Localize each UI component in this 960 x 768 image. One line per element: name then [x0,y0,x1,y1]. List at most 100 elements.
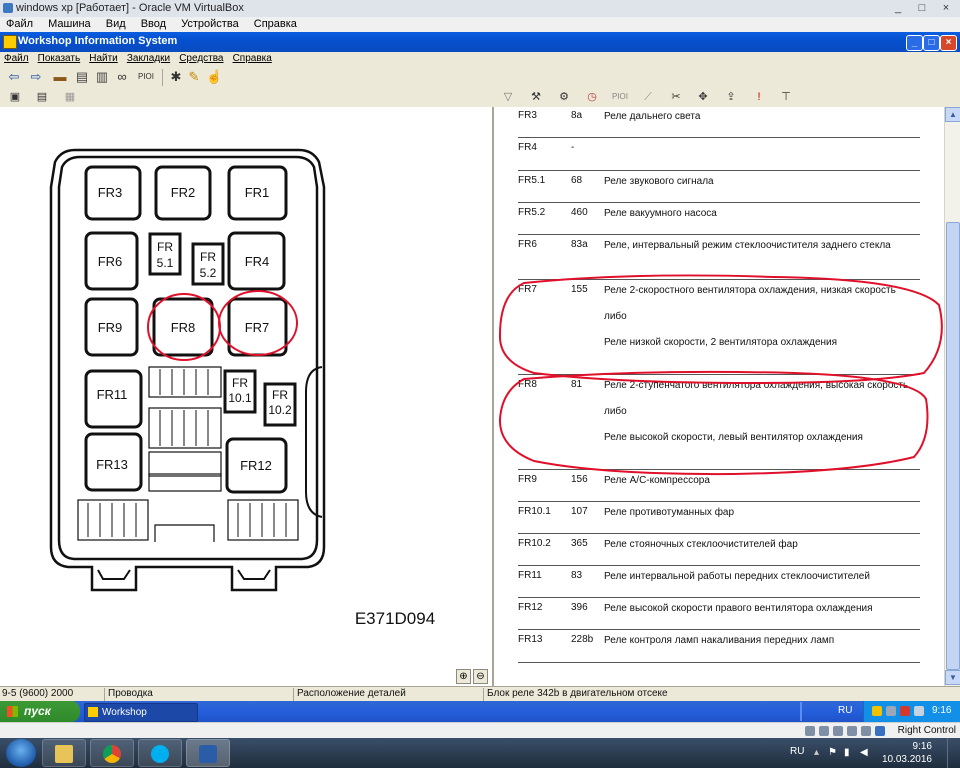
start-button[interactable]: пуск [0,701,80,722]
pioi-button[interactable]: PIOI [136,69,156,85]
relay-number: 365 [571,538,588,549]
vbox-menu-input[interactable]: Ввод [141,17,166,32]
mouse-capture-icon[interactable] [875,726,885,736]
show-desktop-button[interactable] [947,738,960,768]
vbox-menu-help[interactable]: Справка [254,17,297,32]
display-icon[interactable] [861,726,871,736]
shield-icon[interactable] [872,706,882,716]
relay-description-line: Реле высокой скорости правого вентилятор… [604,603,873,614]
fr8-label: FR8 [171,320,196,335]
pointer-icon[interactable]: ☝ [206,69,222,85]
table-row: FR11 83 Реле интервальной работы передних … [518,566,920,598]
xp-system-tray: 9:16 [863,701,960,722]
scroll-up-icon[interactable]: ▲ [945,107,960,122]
test-icon[interactable]: ⊤ [778,89,794,105]
volume-icon[interactable]: ◀ [860,747,868,758]
vertical-scrollbar[interactable]: ▲ ▼ [944,107,960,686]
security-alert-icon[interactable] [900,706,910,716]
relay-description: Реле контроля ламп накаливания передних … [604,634,914,647]
relay-description: Реле интервальной работы передних стекло… [604,570,914,583]
minimize-button[interactable]: _ [888,1,908,15]
close-button[interactable]: × [936,1,956,15]
relay-description: Реле дальнего света [604,110,914,123]
chrome-taskbar-button[interactable] [90,739,134,767]
usb-icon[interactable] [833,726,843,736]
volume-icon[interactable] [914,706,924,716]
table-row: FR10.1 107 Реле противотуманных фар [518,502,920,534]
skype-taskbar-button[interactable] [138,739,182,767]
app-minimize-button[interactable]: _ [906,35,923,51]
relay-description-line: Реле высокой скорости, левый вентилятор … [604,432,863,443]
binoculars-icon[interactable]: ∞ [114,69,130,85]
export-icon[interactable]: ⇪ [723,89,739,105]
image-icon[interactable]: ▦ [62,89,78,105]
tools-icon[interactable]: ✂ [668,89,684,105]
connector-icon[interactable]: ▽ [500,89,516,105]
cd-icon[interactable] [819,726,829,736]
relay-description: Реле 2-ступенчатого вентилятора охлажден… [604,379,914,444]
relay-description-line: Реле A/C-компрессора [604,475,710,486]
fr4-label: FR4 [245,254,270,269]
win7-system-tray: RU ▴ ⚑ ▮ ◀ 9:16 10.03.2016 [790,738,960,768]
menu-help[interactable]: Справка [233,52,272,66]
app-maximize-button[interactable]: □ [923,35,940,51]
clock-icon[interactable]: ◷ [584,89,600,105]
print-icon[interactable]: ▤ [74,69,90,85]
table-row: FR12 396 Реле высокой скорости правого вен… [518,598,920,630]
tray-expand-icon[interactable]: ▴ [814,747,819,758]
bookmark-icon[interactable]: ✱ [168,69,184,85]
menu-file[interactable]: Файл [4,52,29,66]
virtualbox-taskbar-button[interactable] [186,739,230,767]
virtualbox-icon [3,3,13,13]
relay-code: FR6 [518,239,537,250]
vbox-menu-file[interactable]: Файл [6,17,33,32]
relay-description-line: Реле, интервальный режим стеклоочистител… [604,240,891,251]
host-key-label: Right Control [897,725,956,736]
explorer-taskbar-button[interactable] [42,739,86,767]
relay-description: Реле высокой скорости правого вентилятор… [604,602,914,615]
back-arrow-icon[interactable]: ⇦ [6,69,22,85]
move-icon[interactable]: ✥ [695,89,711,105]
probe-icon[interactable]: ⟋ [640,89,656,105]
relay-description-line: либо [604,406,627,417]
windows-orb-icon[interactable] [6,739,36,767]
vbox-menu-view[interactable]: Вид [106,17,126,32]
app-close-button[interactable]: × [940,35,957,51]
forward-arrow-icon[interactable]: ⇨ [28,69,44,85]
vbox-window-title: windows xp [Работает] - Oracle VM Virtua… [16,2,244,14]
win7-date: 10.03.2016 [881,754,932,765]
fr11-label: FR11 [97,387,128,402]
xp-language-indicator[interactable]: RU [838,705,852,716]
document-icon[interactable]: ▤ [34,89,50,105]
wrench-icon[interactable]: ⚒ [528,89,544,105]
zoom-in-icon[interactable]: ⊕ [456,669,471,684]
pioi-button-2[interactable]: PIOI [610,89,630,105]
vbox-menu-machine[interactable]: Машина [48,17,91,32]
menu-tools[interactable]: Средства [179,52,223,66]
car-icon[interactable]: ▬ [52,69,68,85]
vbox-titlebar: windows xp [Работает] - Oracle VM Virtua… [0,0,960,18]
vbox-menu-devices[interactable]: Устройства [181,17,239,32]
menu-show[interactable]: Показать [38,52,81,66]
pencil-icon[interactable]: ✎ [186,69,202,85]
menu-find[interactable]: Найти [89,52,118,66]
split-view-icon[interactable]: ▣ [7,89,23,105]
maximize-button[interactable]: □ [912,1,932,15]
zoom-out-icon[interactable]: ⊖ [473,669,488,684]
shared-folder-icon[interactable] [847,726,857,736]
fr6-label: FR6 [98,254,123,269]
relay-description-line: Реле низкой скорости, 2 вентилятора охла… [604,337,838,348]
taskbar-item-workshop[interactable]: Workshop Informatio... [84,703,198,735]
win7-language-indicator[interactable]: RU [790,746,804,757]
network-icon[interactable] [886,706,896,716]
alert-icon[interactable]: ! [751,89,767,105]
win7-taskbar: RU ▴ ⚑ ▮ ◀ 9:16 10.03.2016 [0,738,960,768]
menu-bookmarks[interactable]: Закладки [127,52,170,66]
action-center-icon[interactable]: ⚑ [828,747,837,758]
scroll-thumb[interactable] [946,222,960,670]
network-icon[interactable]: ▮ [844,747,850,758]
disk-icon[interactable] [805,726,815,736]
book-icon[interactable]: ▥ [94,69,110,85]
scroll-down-icon[interactable]: ▼ [945,670,960,685]
gear-icon[interactable]: ⚙ [556,89,572,105]
